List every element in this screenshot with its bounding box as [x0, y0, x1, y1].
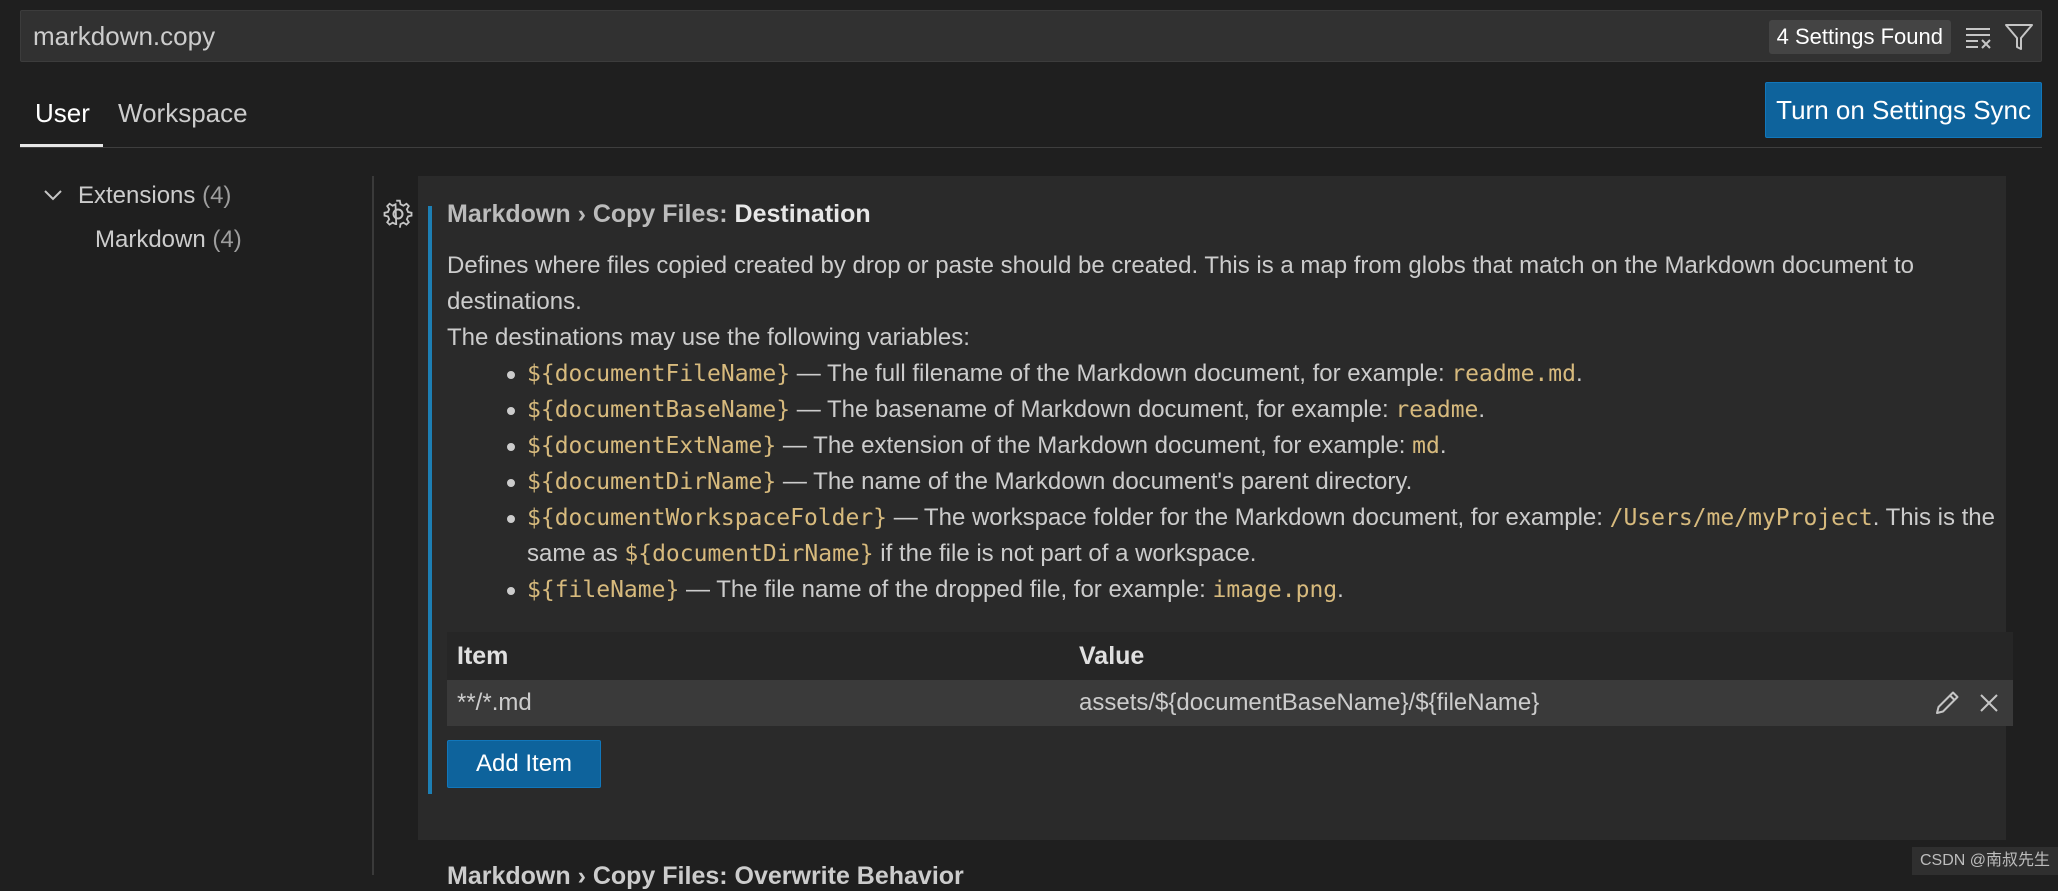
- turn-on-settings-sync-button[interactable]: Turn on Settings Sync: [1765, 82, 2042, 138]
- code-token: ${documentWorkspaceFolder}: [527, 505, 888, 531]
- code-token: image.png: [1212, 577, 1338, 603]
- list-item: ${fileName} — The file name of the dropp…: [507, 572, 2017, 608]
- list-item-text: .: [1478, 396, 1486, 423]
- column-header-item: Item: [457, 642, 509, 670]
- tree-item-label: Markdown: [95, 226, 206, 253]
- close-icon[interactable]: [1973, 687, 2005, 719]
- next-setting-title: Markdown › Copy Files: Overwrite Behavio…: [447, 862, 964, 890]
- list-item-text: — The full filename of the Markdown docu…: [790, 360, 1452, 387]
- table-row[interactable]: **/*.md assets/${documentBaseName}/${fil…: [447, 680, 2013, 726]
- row-value-cell: assets/${documentBaseName}/${fileName}: [1079, 689, 1540, 716]
- setting-title-name: Destination: [734, 200, 871, 228]
- column-header-value: Value: [1079, 642, 1145, 670]
- tree-item-count: (4): [202, 182, 232, 209]
- list-item-text: — The basename of Markdown document, for…: [790, 396, 1396, 423]
- gear-icon[interactable]: [382, 198, 414, 230]
- list-item-text: .: [1439, 432, 1447, 459]
- list-item-text: .: [1337, 576, 1344, 603]
- tree-item-count: (4): [212, 226, 242, 253]
- tree-item-label: Extensions: [78, 182, 196, 209]
- setting-description: Defines where files copied created by dr…: [447, 248, 2017, 608]
- table-header: Item Value: [447, 632, 2013, 680]
- list-item: ${documentBaseName} — The basename of Ma…: [507, 392, 2017, 428]
- tree-item-extensions[interactable]: Extensions (4): [42, 176, 231, 216]
- setting-title: Markdown › Copy Files: Destination: [447, 200, 871, 229]
- clear-filter-icon[interactable]: [1963, 21, 1995, 53]
- code-token: /Users/me/myProject: [1609, 505, 1873, 531]
- list-item: ${documentExtName} — The extension of th…: [507, 428, 2017, 464]
- tab-workspace[interactable]: Workspace: [118, 98, 248, 129]
- code-token: md: [1412, 433, 1440, 459]
- code-token: readme.md: [1451, 361, 1576, 387]
- settings-scope-tabs: User Workspace: [20, 80, 2042, 148]
- list-item: ${documentDirName} — The name of the Mar…: [507, 464, 2017, 500]
- list-item: ${documentWorkspaceFolder} — The workspa…: [507, 500, 2017, 572]
- list-item-text: — The extension of the Markdown document…: [776, 432, 1413, 459]
- add-item-button[interactable]: Add Item: [447, 740, 602, 788]
- chevron-down-icon: [44, 190, 62, 201]
- variables-list: ${documentFileName} — The full filename …: [447, 356, 2017, 608]
- watermark: CSDN @南叔先生: [1911, 847, 2058, 875]
- list-item-text: if the file is not part of a workspace.: [873, 540, 1257, 567]
- tab-user[interactable]: User: [35, 98, 90, 129]
- description-text: Defines where files copied created by dr…: [447, 252, 1915, 315]
- focused-setting-indicator: [428, 206, 432, 794]
- code-token: ${documentBaseName}: [527, 397, 791, 423]
- code-token: readme: [1395, 397, 1479, 423]
- settings-search-bar: 4 Settings Found: [20, 10, 2042, 62]
- sash-divider[interactable]: [372, 176, 374, 875]
- list-item: ${documentFileName} — The full filename …: [507, 356, 2017, 392]
- code-token: ${documentDirName}: [527, 469, 777, 495]
- description-text: The destinations may use the following v…: [447, 324, 970, 351]
- filter-icon[interactable]: [2003, 21, 2035, 53]
- list-item-text: — The name of the Markdown document's pa…: [776, 468, 1413, 495]
- tree-item-markdown[interactable]: Markdown (4): [95, 220, 242, 260]
- row-item-cell: **/*.md: [457, 689, 532, 716]
- settings-search-input[interactable]: [33, 11, 1333, 61]
- list-item-text: — The file name of the dropped file, for…: [679, 576, 1213, 603]
- active-tab-indicator: [20, 144, 103, 147]
- list-item-text: .: [1575, 360, 1583, 387]
- setting-title-category: Markdown › Copy Files:: [447, 200, 735, 228]
- code-token: ${documentExtName}: [527, 433, 777, 459]
- list-item-text: — The workspace folder for the Markdown …: [887, 504, 1610, 531]
- code-token: ${fileName}: [527, 577, 680, 603]
- results-count-badge: 4 Settings Found: [1768, 20, 1951, 54]
- code-token: ${documentFileName}: [527, 361, 791, 387]
- pencil-icon[interactable]: [1931, 687, 1963, 719]
- code-token: ${documentDirName}: [624, 541, 874, 567]
